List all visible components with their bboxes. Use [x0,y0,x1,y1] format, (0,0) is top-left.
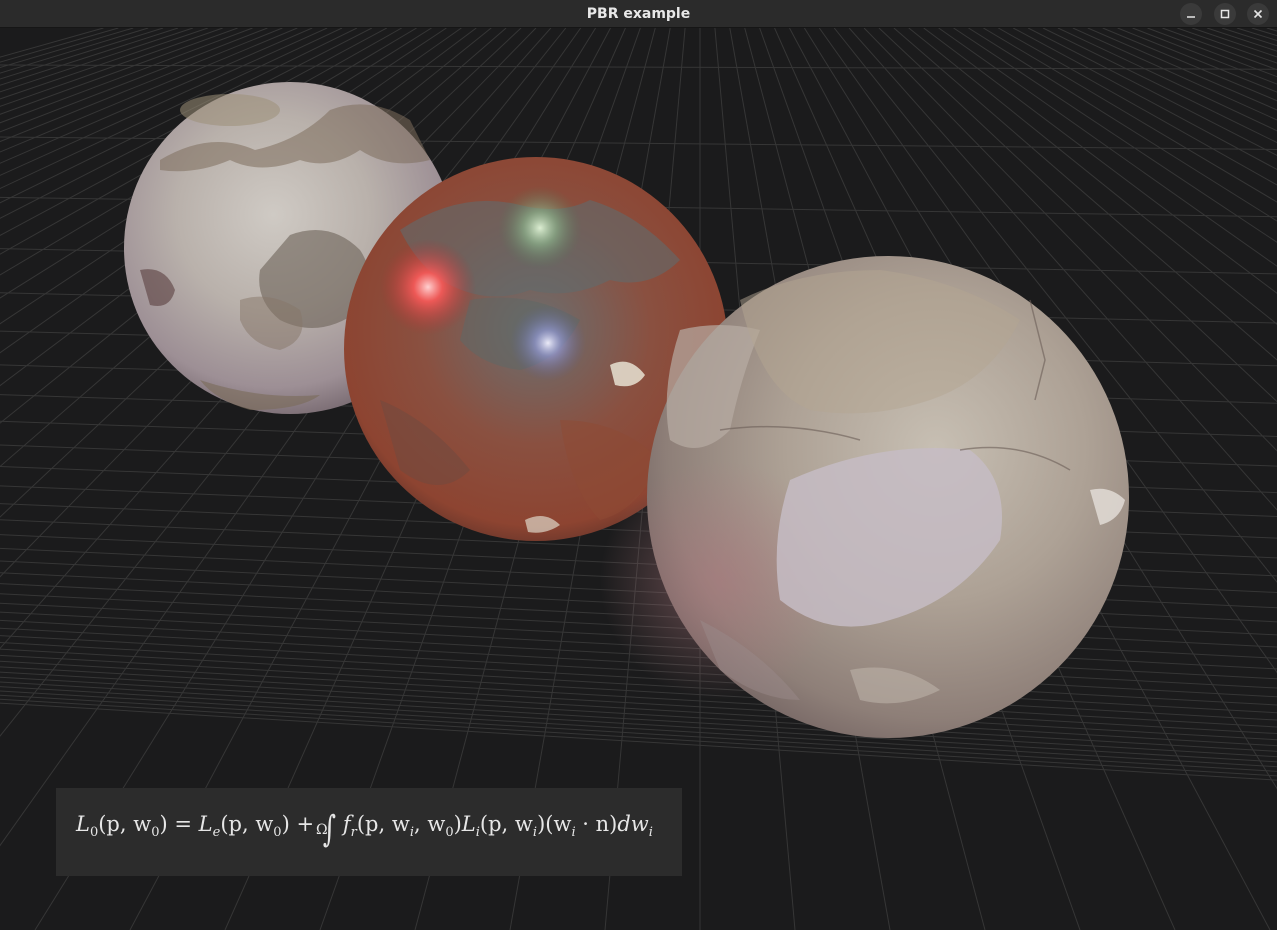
app-window: PBR example L0(p, w0) = Le(p, w0) + ∫ fr… [0,0,1277,930]
close-icon [1253,9,1263,19]
maximize-button[interactable] [1214,3,1236,25]
close-button[interactable] [1247,3,1269,25]
rendering-equation-panel: L0(p, w0) = Le(p, w0) + ∫ fr(p, wi, w0)Li(… [56,788,682,876]
minimize-icon [1186,9,1196,19]
minimize-button[interactable] [1180,3,1202,25]
maximize-icon [1220,9,1230,19]
rendering-equation: L0(p, w0) = Le(p, w0) + ∫ fr(p, wi, w0)Li(… [76,809,653,850]
integral-domain: Ω [316,822,328,838]
window-title: PBR example [586,6,691,22]
render-viewport[interactable]: L0(p, w0) = Le(p, w0) + ∫ fr(p, wi, w0)Li(… [0,27,1277,930]
title-bar[interactable]: PBR example [0,0,1277,28]
